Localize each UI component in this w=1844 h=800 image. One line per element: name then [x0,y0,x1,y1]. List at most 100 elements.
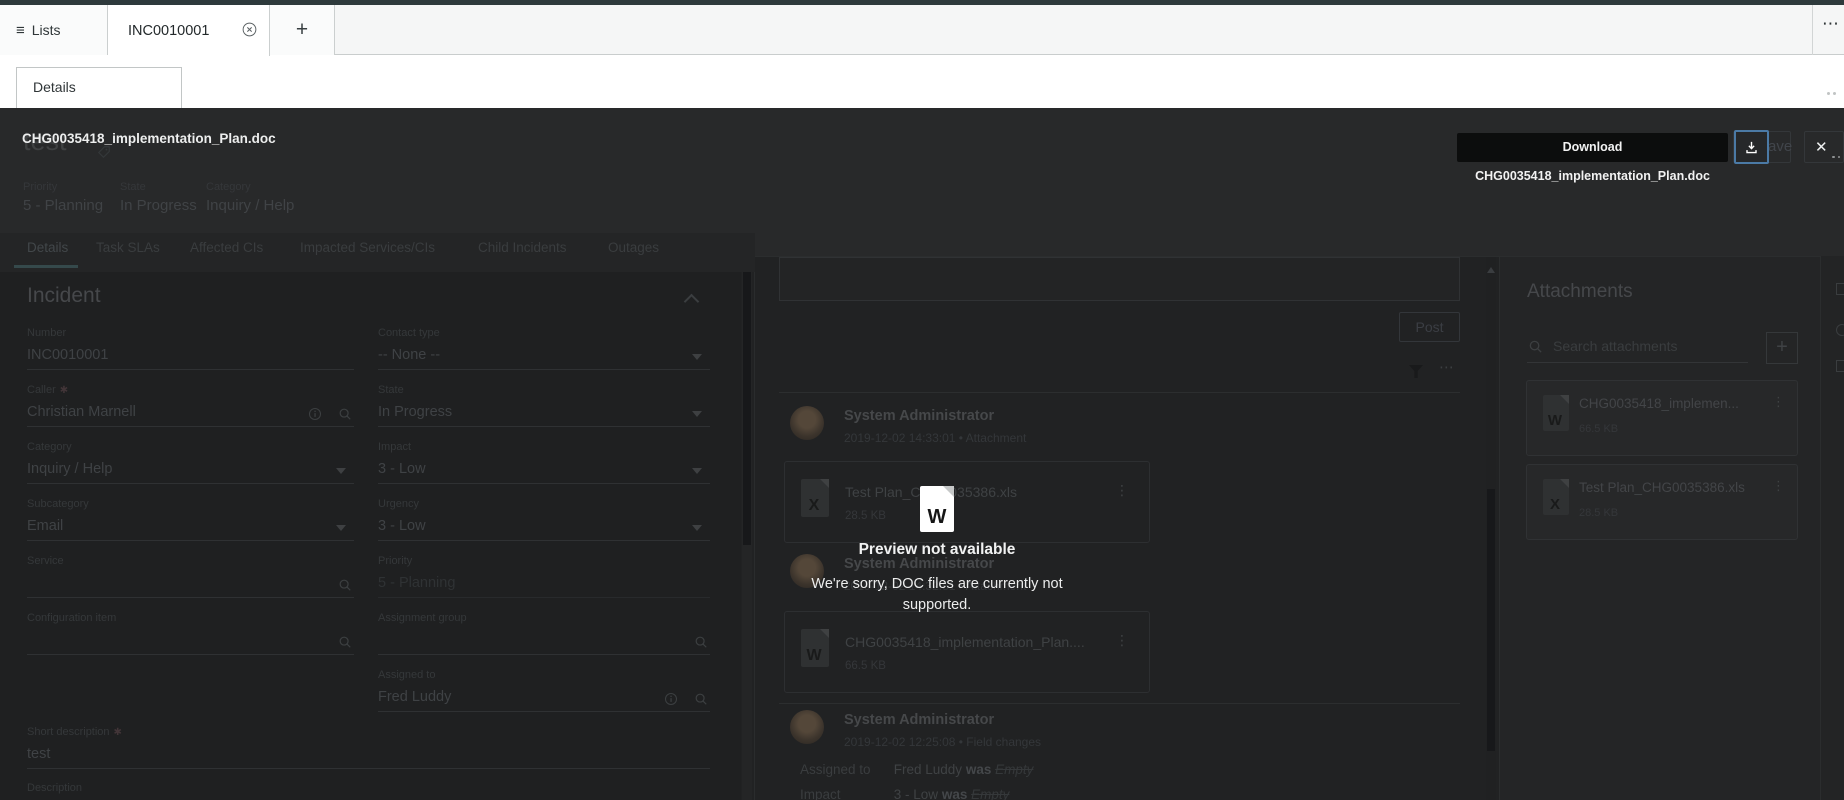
attachment-name[interactable]: CHG0035418_implemen... [1579,396,1739,411]
field-category[interactable]: Category Inquiry / Help [27,440,354,484]
stream-attachment-card[interactable]: W CHG0035418_implementation_Plan.... ⋮ 6… [784,611,1150,693]
attachment-name[interactable]: CHG0035418_implementation_Plan.... [845,634,1085,650]
rail-document-icon[interactable] [1836,360,1844,372]
tab-close-icon[interactable] [242,22,257,37]
add-attachment-button[interactable]: + [1766,332,1798,364]
field-value: Email [27,518,64,534]
field-priority: Priority 5 - Planning [378,554,710,598]
search-icon[interactable] [694,635,708,649]
field-contact-type[interactable]: Contact type -- None -- [378,326,710,370]
stream-scrollbar[interactable] [1486,257,1496,800]
workspace-tab-bar: ≡ Lists INC0010001 + [0,5,1844,56]
field-caller[interactable]: Caller ✱ Christian Marnell [27,383,354,427]
search-attachments-input[interactable]: Search attachments [1553,338,1678,354]
chevron-down-icon[interactable] [336,468,346,474]
kebab-menu-icon[interactable]: ⋮ [1115,632,1129,649]
change-field: Assigned to [800,762,871,777]
form-scrollbar-thumb[interactable] [743,272,751,545]
chevron-down-icon[interactable] [692,411,702,417]
change-old: Empty [995,762,1034,777]
kebab-menu-icon[interactable]: ⋮ [1115,482,1129,499]
attachment-card[interactable]: X Test Plan_CHG0035386.xls ⋮ 28.5 KB [1526,464,1798,540]
field-number[interactable]: Number INC0010001 [27,326,354,370]
field-urgency[interactable]: Urgency 3 - Low [378,497,710,541]
field-label: Assignment group [378,612,467,624]
attachment-name[interactable]: Test Plan_CHG0035386.xls [1579,480,1745,495]
meta-label: Priority [23,181,58,193]
info-icon[interactable] [308,407,322,421]
attachment-size: 28.5 KB [1579,507,1619,519]
field-label: Configuration item [27,612,117,624]
subtab-more-icon[interactable] [1827,82,1843,95]
form-scrollbar[interactable] [742,272,752,800]
field-configuration-item[interactable]: Configuration item [27,611,354,655]
field-impact[interactable]: Impact 3 - Low [378,440,710,484]
stream-divider [779,703,1460,704]
tab-outages[interactable]: Outages [608,240,659,255]
attachment-card[interactable]: W CHG0035418_implemen... ⋮ 66.5 KB [1526,380,1798,456]
field-short-description[interactable]: Short description ✱ test [27,725,710,769]
tab-lists[interactable]: ≡ Lists [0,5,108,55]
tab-affected-cis[interactable]: Affected CIs [190,240,263,255]
rail-bookmark-icon[interactable] [1836,283,1844,295]
field-subcategory[interactable]: Subcategory Email [27,497,354,541]
field-label: Subcategory [27,498,89,510]
search-icon[interactable] [338,635,352,649]
subtab-details[interactable]: Details [16,67,182,108]
xls-file-icon: X [801,479,829,517]
field-label: State [378,384,404,396]
field-value: Fred Luddy [378,689,452,705]
download-button[interactable] [1734,130,1769,164]
tab-bar-divider [1812,5,1813,55]
tab-child-incidents[interactable]: Child Incidents [478,240,567,255]
tab-bar-more-button[interactable]: ⋯ [1822,14,1842,38]
field-state[interactable]: State In Progress [378,383,710,427]
entry-author: System Administrator [844,408,995,424]
comment-input[interactable] [779,257,1460,301]
stream-scrollbar-thumb[interactable] [1487,489,1495,751]
attachment-size: 28.5 KB [845,510,886,522]
close-preview-button[interactable]: ✕ [1815,138,1828,156]
kebab-menu-icon[interactable]: ⋮ [1772,394,1785,410]
dimmed-dots-icon [1832,145,1843,163]
new-tab-button[interactable]: + [270,5,335,55]
chevron-down-icon[interactable] [692,525,702,531]
chevron-down-icon[interactable] [692,468,702,474]
scroll-up-arrow[interactable] [1487,267,1495,273]
app-window: ≡ Lists INC0010001 + ⋯ Details test Prio… [0,0,1844,800]
rail-circle-icon[interactable] [1836,324,1844,336]
active-tab-indicator [14,265,78,268]
tab-task-slas[interactable]: Task SLAs [96,240,160,255]
required-icon: ✱ [59,385,69,396]
attachment-size: 66.5 KB [1579,423,1619,435]
search-icon[interactable] [338,578,352,592]
field-label: Impact [378,441,412,453]
doc-file-icon: W [801,629,829,667]
post-button[interactable]: Post [1399,312,1460,342]
field-label: Number [27,327,67,339]
chevron-down-icon[interactable] [692,354,702,360]
field-label-description: Description [27,782,83,794]
info-icon[interactable] [664,692,678,706]
chevron-down-icon[interactable] [336,525,346,531]
entry-author: System Administrator [844,712,995,728]
entry-meta: 2019-12-02 12:25:08 • Field changes [844,735,1042,749]
tag-icon[interactable] [97,145,111,159]
stream-more-icon[interactable]: ⋯ [1439,358,1455,376]
field-change-row: Assigned to Fred Luddy was Empty [800,762,1033,777]
change-old: Empty [971,787,1010,800]
search-icon[interactable] [338,407,352,421]
tab-details[interactable]: Details [27,240,68,255]
field-service[interactable]: Service [27,554,354,598]
field-value: test [27,746,51,762]
field-assignment-group[interactable]: Assignment group [378,611,710,655]
stream-attachment-card[interactable]: X Test Plan_CHG0035386.xls ⋮ 28.5 KB [784,461,1150,543]
field-value: INC0010001 [27,347,109,363]
tab-record-inc0010001[interactable]: INC0010001 [108,5,270,56]
search-icon[interactable] [694,692,708,706]
kebab-menu-icon[interactable]: ⋮ [1772,478,1785,494]
tab-lists-label: Lists [31,22,61,38]
stream-divider [779,392,1460,393]
tab-impacted-services[interactable]: Impacted Services/CIs [300,240,435,255]
field-assigned-to[interactable]: Assigned to Fred Luddy [378,668,710,712]
